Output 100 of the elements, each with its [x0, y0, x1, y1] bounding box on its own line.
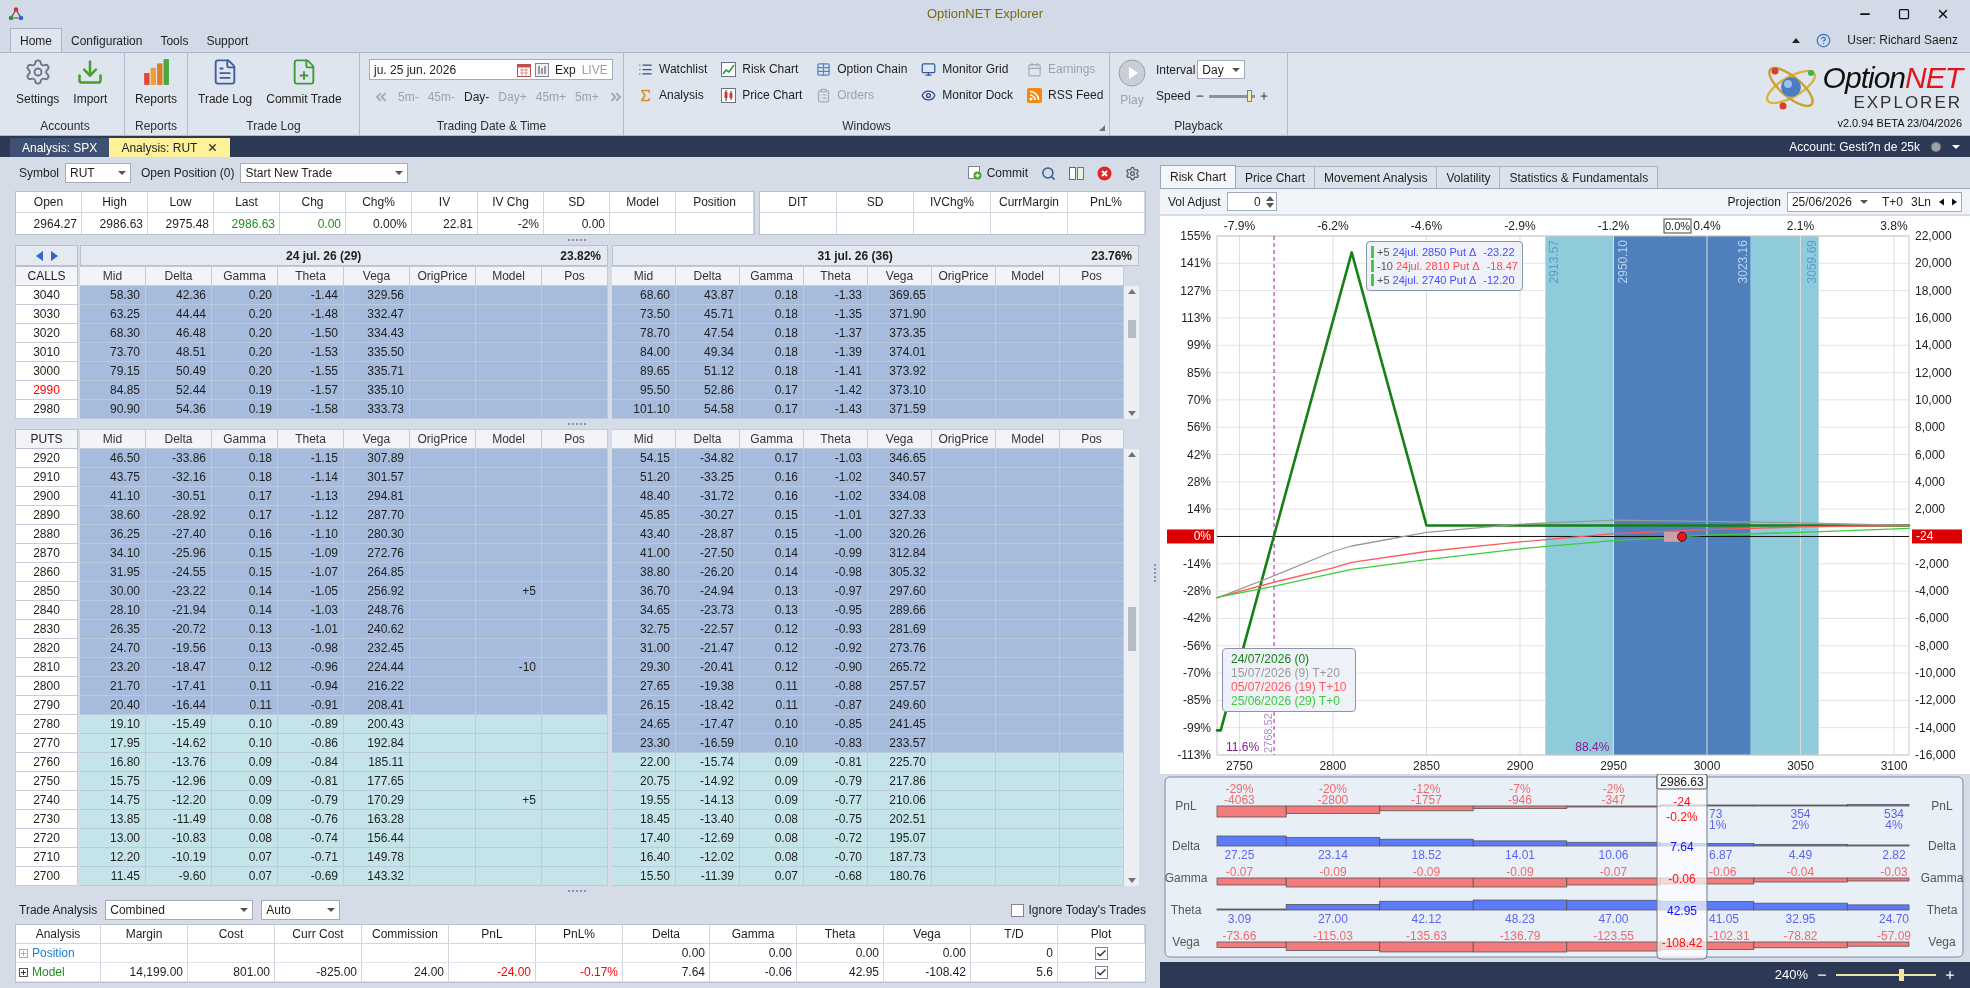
column-header[interactable]: Pos	[1060, 266, 1124, 286]
analysis-row-label[interactable]: Model	[32, 963, 65, 981]
close-icon[interactable]	[1936, 7, 1950, 21]
scroll-up-icon[interactable]	[1127, 452, 1136, 457]
scrollbar[interactable]	[1124, 286, 1139, 419]
column-header[interactable]: OrigPrice	[410, 266, 476, 286]
vol-adjust-field[interactable]: 0	[1226, 192, 1277, 211]
window-button[interactable]: RSS Feed	[1027, 86, 1104, 104]
maximize-icon[interactable]	[1898, 8, 1910, 20]
column-header[interactable]: Vega	[868, 429, 932, 449]
scroll-up-icon[interactable]	[1127, 289, 1136, 294]
scrollbar[interactable]	[1124, 449, 1139, 886]
slider-thumb[interactable]	[1247, 90, 1253, 102]
column-header[interactable]: Model	[996, 429, 1060, 449]
ribbon-tab[interactable]: Support	[197, 30, 258, 52]
splitter-grip-icon[interactable]	[567, 238, 587, 242]
column-header[interactable]: Gamma	[710, 925, 797, 943]
column-header[interactable]: PnL	[449, 925, 536, 943]
column-header[interactable]: Vega	[344, 266, 410, 286]
column-header[interactable]: Theta	[804, 429, 868, 449]
projection-selector[interactable]: 25/06/2026 T+0 3Ln	[1786, 191, 1962, 212]
column-header[interactable]: Commission	[362, 925, 449, 943]
scrollbar-thumb[interactable]	[1127, 320, 1136, 338]
interval-dropdown[interactable]: Day	[1197, 60, 1246, 79]
document-tab[interactable]: Analysis: SPX	[10, 138, 110, 157]
column-header[interactable]: Delta	[623, 925, 710, 943]
analysis-mode-dropdown[interactable]: Combined	[105, 900, 254, 920]
column-header[interactable]: Plot	[1058, 925, 1145, 943]
splitter-grip-icon[interactable]	[567, 422, 587, 426]
scroll-down-icon[interactable]	[1127, 411, 1136, 416]
column-header[interactable]: Margin	[101, 925, 188, 943]
ribbon-button[interactable]: Commit Trade	[260, 56, 348, 108]
window-button[interactable]: Analysis	[638, 86, 708, 104]
right-triangle-icon[interactable]	[1952, 197, 1957, 206]
window-button[interactable]: Option Chain	[816, 60, 908, 78]
slider-thumb[interactable]	[1899, 969, 1904, 981]
column-header[interactable]: Mid	[612, 266, 676, 286]
dropdown-caret-icon[interactable]	[1952, 144, 1960, 149]
checkbox[interactable]	[1010, 903, 1024, 917]
plot-checkbox[interactable]	[1095, 965, 1108, 979]
dialog-launcher-icon[interactable]	[1099, 125, 1105, 131]
plus-icon[interactable]	[1258, 91, 1269, 101]
commit-button[interactable]: Commit	[967, 164, 1028, 182]
column-header[interactable]: Analysis	[16, 925, 101, 943]
settings-icon[interactable]	[1125, 165, 1140, 181]
column-header[interactable]: Curr Cost	[275, 925, 362, 943]
ribbon-button[interactable]: Settings	[10, 56, 66, 108]
column-header[interactable]: Model	[996, 266, 1060, 286]
split-view-icon[interactable]	[1069, 165, 1084, 181]
column-header[interactable]: OrigPrice	[932, 266, 996, 286]
analysis-row-label[interactable]: Position	[32, 944, 75, 962]
panel-tab[interactable]: Statistics & Fundamentals	[1500, 166, 1659, 188]
column-header[interactable]: Pos	[542, 266, 608, 286]
help-icon[interactable]	[1816, 32, 1832, 48]
scrollbar-thumb[interactable]	[1127, 607, 1136, 651]
collapse-caret-icon[interactable]	[1792, 37, 1801, 43]
time-step-button[interactable]: Day-	[464, 88, 490, 106]
scroll-down-icon[interactable]	[1127, 878, 1136, 883]
expand-icon[interactable]	[19, 967, 28, 977]
spin-arrows-icon[interactable]	[1265, 195, 1274, 208]
column-header[interactable]: Mid	[80, 429, 146, 449]
column-header[interactable]: Vega	[884, 925, 971, 943]
column-header[interactable]: Theta	[278, 429, 344, 449]
window-button[interactable]: Watchlist	[638, 60, 708, 78]
column-header[interactable]: Theta	[278, 266, 344, 286]
column-header[interactable]: Vega	[868, 266, 932, 286]
column-header[interactable]: OrigPrice	[410, 429, 476, 449]
column-header[interactable]: Delta	[146, 266, 212, 286]
document-tab[interactable]: Analysis: RUT	[109, 138, 231, 157]
projection-lines[interactable]: 3Ln	[1910, 192, 1931, 211]
column-header[interactable]: Theta	[804, 266, 868, 286]
ribbon-button[interactable]: Reports	[129, 56, 184, 108]
column-header[interactable]: Mid	[80, 266, 146, 286]
column-header[interactable]: Theta	[797, 925, 884, 943]
column-header[interactable]: Gamma	[212, 429, 278, 449]
splitter-grip-icon[interactable]	[567, 889, 587, 893]
column-header[interactable]: Model	[476, 429, 542, 449]
scale-dropdown[interactable]: Auto	[261, 900, 341, 920]
column-header[interactable]: Cost	[188, 925, 275, 943]
panel-tab[interactable]: Risk Chart	[1160, 165, 1236, 188]
close-tab-icon[interactable]	[207, 142, 219, 153]
projection-offset[interactable]: T+0	[1875, 192, 1903, 211]
symbol-dropdown[interactable]: RUT	[65, 163, 131, 183]
window-button[interactable]: Risk Chart	[721, 60, 803, 78]
remove-circle-icon[interactable]	[1097, 165, 1112, 181]
ribbon-button[interactable]: Trade Log	[192, 56, 259, 108]
splitter-grip-icon[interactable]	[1153, 562, 1157, 583]
column-header[interactable]: Mid	[612, 429, 676, 449]
ribbon-tab[interactable]: Home	[10, 28, 62, 52]
trade-dropdown[interactable]: Start New Trade	[240, 163, 409, 183]
column-header[interactable]: PnL%	[536, 925, 623, 943]
plot-checkbox[interactable]	[1095, 946, 1108, 960]
column-header[interactable]: Gamma	[740, 429, 804, 449]
column-header[interactable]: Pos	[1060, 429, 1124, 449]
column-header[interactable]: Pos	[542, 429, 608, 449]
column-header[interactable]: Model	[476, 266, 542, 286]
panel-tab[interactable]: Volatility	[1437, 166, 1501, 188]
panel-tab[interactable]: Movement Analysis	[1315, 166, 1438, 188]
window-button[interactable]: Monitor Dock	[921, 86, 1013, 104]
search-icon[interactable]	[1041, 165, 1056, 181]
